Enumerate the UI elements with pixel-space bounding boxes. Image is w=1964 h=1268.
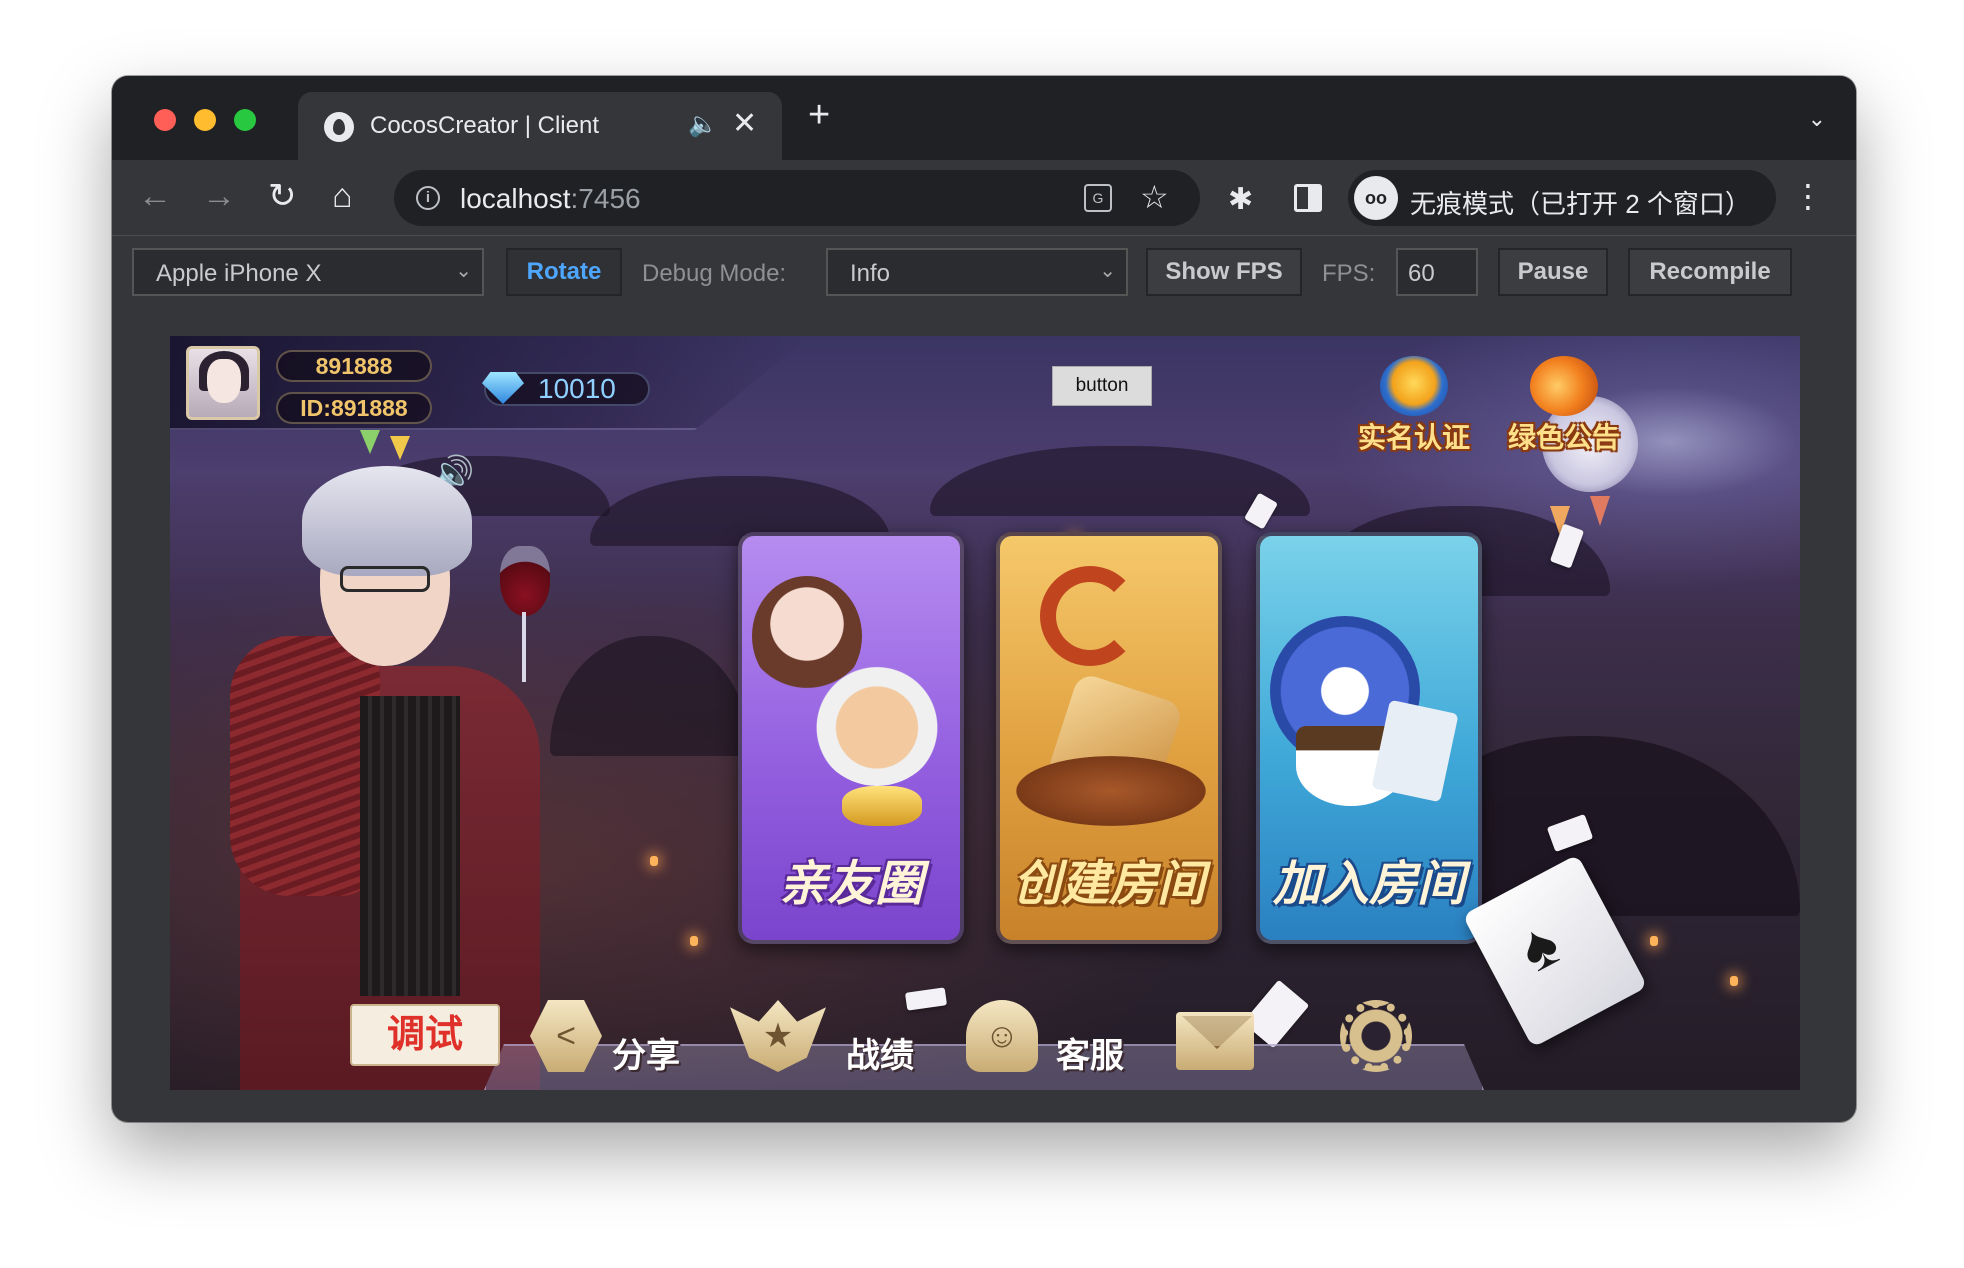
address-bar[interactable]: i localhost:7456 G ☆ [394, 170, 1200, 226]
game-canvas[interactable]: 891888 ID:891888 10010 🔊 button 实名认证 绿色公… [170, 336, 1800, 1090]
boy-character-art [812, 656, 942, 786]
bunting-flag [390, 436, 410, 460]
gold-ingot-art [842, 786, 922, 826]
coin-balance: 891888 [276, 350, 432, 382]
lantern [1730, 976, 1738, 986]
tab-cocos-client[interactable]: CocosCreator | Client 🔈 ✕ [298, 92, 782, 160]
new-tab-button[interactable]: + [808, 96, 830, 134]
wheel-art [1016, 756, 1206, 826]
service-glyph: ☺ [984, 1017, 1020, 1055]
share-glyph: < [556, 1017, 576, 1055]
host-character [210, 466, 590, 1090]
debug-mode-select[interactable]: Info ⌄ [826, 248, 1128, 296]
url-port: :7456 [570, 183, 641, 214]
tab-strip: CocosCreator | Client 🔈 ✕ + ⌄ [112, 76, 1856, 160]
record-label: 战绩 [846, 1037, 914, 1075]
bookmark-star-icon[interactable]: ☆ [1140, 178, 1169, 216]
character-fur-collar [230, 636, 380, 896]
character-vest [360, 696, 460, 996]
notice-label: 绿色公告 [1507, 422, 1620, 453]
debug-button[interactable]: 调试 [350, 1004, 500, 1066]
speaker-icon[interactable]: 🔈 [688, 110, 718, 139]
customer-service-label: 客服 [1056, 1037, 1124, 1075]
tab-title: CocosCreator | Client [370, 112, 599, 139]
chevron-down-icon: ⌄ [455, 260, 472, 282]
character-hair [302, 466, 472, 576]
url-text[interactable]: localhost:7456 [460, 183, 641, 215]
translate-icon[interactable]: G [1084, 184, 1112, 212]
share-label: 分享 [612, 1037, 680, 1075]
share-button[interactable]: < 分享 [530, 1000, 700, 1084]
site-info-icon[interactable]: i [416, 186, 440, 210]
lantern [1650, 936, 1658, 946]
bunting-flag [360, 430, 380, 454]
bunting-flag [1590, 496, 1610, 526]
minimize-window-button[interactable] [194, 109, 216, 131]
trophy-star-icon: ★ [730, 1000, 826, 1072]
mail-icon[interactable] [1176, 1012, 1254, 1070]
megaphone-icon [1530, 356, 1598, 416]
avatar[interactable] [186, 346, 260, 420]
cocos-debug-toolbar: Apple iPhone X ⌄ Rotate Debug Mode: Info… [112, 236, 1856, 306]
extensions-puzzle-icon[interactable]: ✱ [1228, 182, 1253, 217]
share-icon: < [530, 1000, 602, 1072]
wine-glass-stem [522, 612, 526, 682]
fps-input[interactable]: 60 [1396, 248, 1478, 296]
settings-button[interactable] [1340, 1000, 1416, 1084]
customer-service-icon: ☺ [966, 1000, 1038, 1072]
recompile-button[interactable]: Recompile [1628, 248, 1792, 296]
show-fps-button[interactable]: Show FPS [1146, 248, 1302, 296]
settings-gear-icon [1340, 1000, 1412, 1072]
debug-mode-value: Info [850, 260, 891, 287]
swirl-art [1040, 566, 1140, 666]
record-button[interactable]: ★ 战绩 [730, 1000, 920, 1084]
verify-medal-icon [1380, 356, 1448, 416]
verify-label: 实名认证 [1357, 422, 1470, 453]
test-button[interactable]: button [1052, 366, 1152, 406]
avatar-face [207, 359, 241, 403]
device-select-value: Apple iPhone X [156, 260, 322, 287]
friends-circle-label: 亲友圈 [778, 858, 923, 911]
home-icon[interactable]: ⌂ [332, 178, 353, 214]
customer-service-button[interactable]: ☺ 客服 [966, 1000, 1136, 1084]
rotate-button[interactable]: Rotate [506, 248, 622, 296]
browser-toolbar: ← → ↻ ⌂ i localhost:7456 G ☆ ✱ oo 无痕模式（已… [112, 160, 1856, 236]
maximize-window-button[interactable] [234, 109, 256, 131]
tab-search-chevron-icon[interactable]: ⌄ [1808, 106, 1826, 132]
incognito-indicator[interactable]: oo 无痕模式（已打开 2 个窗口） [1348, 170, 1776, 226]
join-room-label: 加入房间 [1272, 858, 1465, 911]
url-host: localhost [460, 183, 571, 214]
pause-button[interactable]: Pause [1498, 248, 1608, 296]
join-room-card[interactable]: 加入房间 [1256, 532, 1482, 944]
reload-icon[interactable]: ↻ [268, 178, 297, 214]
forward-arrow-icon[interactable]: → [202, 178, 236, 214]
chevron-down-icon: ⌄ [1099, 260, 1116, 282]
side-panel-icon[interactable] [1294, 184, 1322, 212]
close-tab-icon[interactable]: ✕ [732, 106, 757, 141]
player-id: ID:891888 [276, 392, 432, 424]
browser-window: CocosCreator | Client 🔈 ✕ + ⌄ ← → ↻ ⌂ i … [112, 76, 1856, 1122]
verify-button[interactable]: 实名认证 [1354, 352, 1474, 464]
incognito-label: 无痕模式（已打开 2 个窗口） [1410, 189, 1751, 219]
device-select[interactable]: Apple iPhone X ⌄ [132, 248, 484, 296]
more-menu-icon[interactable]: ⋮ [1792, 176, 1824, 216]
incognito-icon: oo [1354, 176, 1398, 220]
spade-icon: ♠ [1506, 906, 1571, 986]
notice-button[interactable]: 绿色公告 [1504, 352, 1624, 464]
fps-label: FPS: [1322, 260, 1376, 287]
create-room-label: 创建房间 [1012, 858, 1205, 911]
back-arrow-icon[interactable]: ← [138, 178, 172, 214]
cocos-favicon-icon [324, 112, 354, 142]
lantern [690, 936, 698, 946]
wine-glass [500, 546, 550, 616]
character-glasses [340, 566, 430, 592]
close-window-button[interactable] [154, 109, 176, 131]
record-glyph: ★ [762, 1017, 794, 1055]
debug-mode-label: Debug Mode: [642, 260, 787, 287]
create-room-card[interactable]: 创建房间 [996, 532, 1222, 944]
friends-circle-card[interactable]: 亲友圈 [738, 532, 964, 944]
lantern [650, 856, 658, 866]
